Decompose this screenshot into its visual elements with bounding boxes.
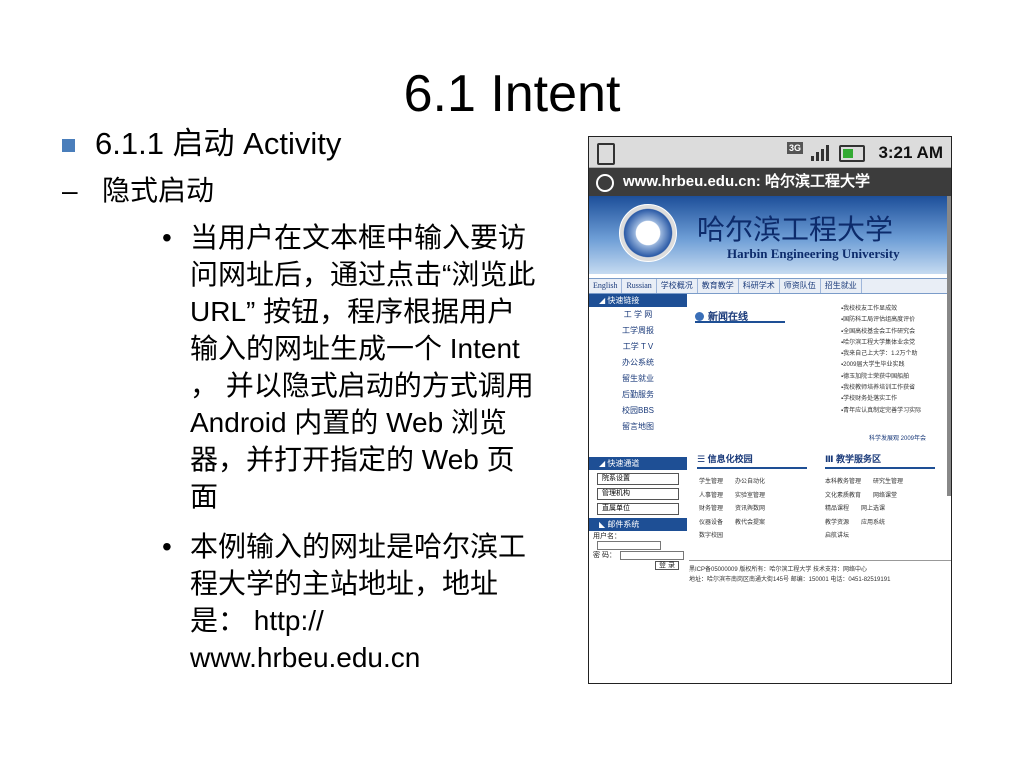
site-name-cn: 哈尔滨工程大学 — [697, 213, 894, 246]
grid-link[interactable]: 仪器设备 — [699, 517, 723, 531]
news-item[interactable]: ▪学校财务处落实工作 — [841, 394, 951, 405]
bullet-level1-text: 6.1.1 启动 Activity — [95, 126, 342, 161]
nav-link[interactable]: 学校概况 — [657, 279, 698, 293]
slide-title: 6.1 Intent — [403, 65, 621, 123]
bullet-level2-text: 隐式启动 — [102, 175, 215, 206]
left-link[interactable]: 后勤服务 — [589, 387, 687, 403]
left-link[interactable]: 办公系统 — [589, 355, 687, 371]
status-bar: 3G 3:21 AM — [589, 137, 951, 168]
left-link[interactable]: 校园BBS — [589, 403, 687, 419]
grid-link[interactable]: 精品课程 — [825, 503, 849, 517]
password-input[interactable] — [619, 550, 684, 560]
left-section-header: ◣ 邮件系统 — [589, 518, 687, 531]
news-item[interactable]: ▪全国高校基金会工作研究会 — [841, 327, 951, 338]
username-input[interactable] — [597, 541, 661, 550]
grid-link[interactable]: 教代会提案 — [735, 517, 765, 531]
news-list: ▪我校校友工作显成效 ▪国防科工局评估组高度评价 ▪全国高校基金会工作研究会 ▪… — [841, 304, 951, 417]
nav-link[interactable]: 科研学术 — [739, 279, 780, 293]
login-row: 用户名： — [589, 531, 687, 550]
footer-line: 黑ICP备05000009 版权所有：哈尔滨工程大学 技术支持：网络中心 — [689, 567, 868, 573]
site-footer: 黑ICP备05000009 版权所有：哈尔滨工程大学 技术支持：网络中心 地址：… — [689, 560, 951, 585]
nav-link[interactable]: Russian — [622, 279, 657, 293]
browser-scrollbar[interactable] — [947, 196, 951, 496]
footer-line: 地址：哈尔滨市南岗区南通大街145号 邮编：150001 电话：0451-825… — [689, 577, 891, 583]
nav-link[interactable]: 招生就业 — [821, 279, 862, 293]
teaching-service-links: 本科教务管理 研究生管理 文化素质教育 网络课堂 精品课程 网上选课 教学资源 应用系统… — [825, 476, 903, 544]
news-item[interactable]: ▪2009届大学生毕业实践 — [841, 360, 951, 371]
bullet-level3: • 当用户在文本框中输入要访问网址后，通过点击“浏览此 URL” 按钮，程序根据… — [162, 219, 542, 515]
grid-link[interactable]: 网络课堂 — [873, 490, 897, 504]
grid-link[interactable]: 资讯舆数网 — [735, 503, 765, 517]
phone-screenshot: 3G 3:21 AM www.hrbeu.edu.cn: 哈尔滨工程大学 哈尔滨… — [588, 136, 952, 684]
news-item[interactable]: ▪德玉加院士荣获中国船舶 — [841, 372, 951, 383]
left-link[interactable]: 工学周报 — [589, 323, 687, 339]
browser-url-bar[interactable]: www.hrbeu.edu.cn: 哈尔滨工程大学 — [589, 168, 951, 196]
network-3g-icon: 3G — [787, 142, 804, 154]
grid-link[interactable]: 人事管理 — [699, 490, 723, 504]
square-bullet-icon — [62, 139, 75, 152]
quick-select[interactable]: 管理机构 — [597, 488, 679, 500]
dot-bullet: • — [162, 222, 172, 253]
grid-link[interactable]: 启航讲坛 — [825, 530, 849, 544]
bullet-level3-text: 当用户在文本框中输入要访问网址后，通过点击“浏览此 URL” 按钮，程序根据用户… — [190, 222, 536, 512]
news-item[interactable]: ▪国防科工局评估组高度评价 — [841, 315, 951, 326]
left-section-header: ◢ 快速通道 — [589, 457, 687, 470]
news-more-link[interactable]: 科学发展观 2009年会 — [869, 433, 926, 442]
web-page: 哈尔滨工程大学 Harbin Engineering University En… — [589, 196, 951, 683]
left-link[interactable]: 留言地图 — [589, 419, 687, 435]
login-row: 密 码： — [589, 550, 687, 560]
grid-link[interactable]: 本科教务管理 — [825, 476, 861, 490]
status-time: 3:21 AM — [878, 143, 943, 162]
grid-link[interactable]: 数字校园 — [699, 530, 723, 544]
quick-select[interactable]: 直属单位 — [597, 503, 679, 515]
site-banner: 哈尔滨工程大学 Harbin Engineering University — [589, 196, 951, 274]
info-campus-links: 学生管理 办公自动化 人事管理 实验室管理 财务管理 资讯舆数网 仪器设备 教代会提案 … — [699, 476, 765, 544]
grid-link[interactable]: 学生管理 — [699, 476, 723, 490]
bullet-level3-text: 本例输入的网址是哈尔滨工程大学的主站地址，地址是： http:// www.hr… — [190, 531, 527, 673]
nav-link[interactable]: English — [589, 279, 623, 293]
bullet-level1: 6.1.1 启动 Activity — [62, 124, 341, 164]
site-name-en: Harbin Engineering University — [727, 246, 900, 261]
bullet-level3: • 本例输入的网址是哈尔滨工程大学的主站地址，地址是： http:// www.… — [162, 528, 542, 676]
grid-link[interactable]: 文化素质教育 — [825, 490, 861, 504]
dot-bullet: • — [162, 531, 172, 562]
left-link[interactable]: 留生就业 — [589, 371, 687, 387]
grid-link[interactable]: 研究生管理 — [873, 476, 903, 490]
signal-icon — [811, 145, 829, 161]
left-link[interactable]: 工学 T V — [589, 339, 687, 355]
grid-link[interactable]: 实验室管理 — [735, 490, 765, 504]
news-item[interactable]: ▪我校校友工作显成效 — [841, 304, 951, 315]
dash-bullet: – — [62, 175, 78, 206]
quick-select[interactable]: 院系设置 — [597, 473, 679, 485]
left-section-header: ◢ 快速链接 — [589, 294, 687, 307]
password-label: 密 码： — [593, 552, 616, 559]
news-underline — [695, 321, 785, 323]
nav-link[interactable]: 师资队伍 — [780, 279, 821, 293]
username-label: 用户名： — [593, 533, 621, 540]
news-item[interactable]: ▪青年应认真制定完善学习实际 — [841, 406, 951, 417]
nav-link[interactable]: 教育教学 — [698, 279, 739, 293]
teaching-service-header: Ⅲ 教学服务区 — [825, 452, 935, 469]
url-text: www.hrbeu.edu.cn: 哈尔滨工程大学 — [623, 173, 870, 190]
left-link[interactable]: 工 学 网 — [589, 307, 687, 323]
sim-icon — [597, 143, 615, 165]
grid-link[interactable]: 应用系统 — [861, 517, 885, 531]
site-left-column: ◢ 快速链接 工 学 网 工学周报 工学 T V 办公系统 留生就业 后勤服务 … — [589, 294, 687, 570]
bullet-level2: – 隐式启动 — [62, 172, 214, 210]
site-nav: English Russian 学校概况 教育教学 科研学术 师资队伍 招生就业 — [589, 278, 951, 294]
news-item[interactable]: ▪我校教师培养培训工作获省 — [841, 383, 951, 394]
news-icon — [695, 312, 704, 321]
grid-link[interactable]: 网上选课 — [861, 503, 885, 517]
info-campus-header: ☰ 信息化校园 — [697, 452, 807, 469]
battery-icon — [839, 145, 865, 162]
globe-icon — [596, 174, 614, 192]
news-item[interactable]: ▪我来自己上大学：1.2万个助 — [841, 349, 951, 360]
grid-link[interactable]: 教学资源 — [825, 517, 849, 531]
news-item[interactable]: ▪哈尔滨工程大学集体业余党 — [841, 338, 951, 349]
university-seal-icon — [619, 204, 677, 262]
login-button[interactable]: 登 录 — [655, 561, 679, 570]
grid-link[interactable]: 办公自动化 — [735, 476, 765, 490]
grid-link[interactable]: 财务管理 — [699, 503, 723, 517]
